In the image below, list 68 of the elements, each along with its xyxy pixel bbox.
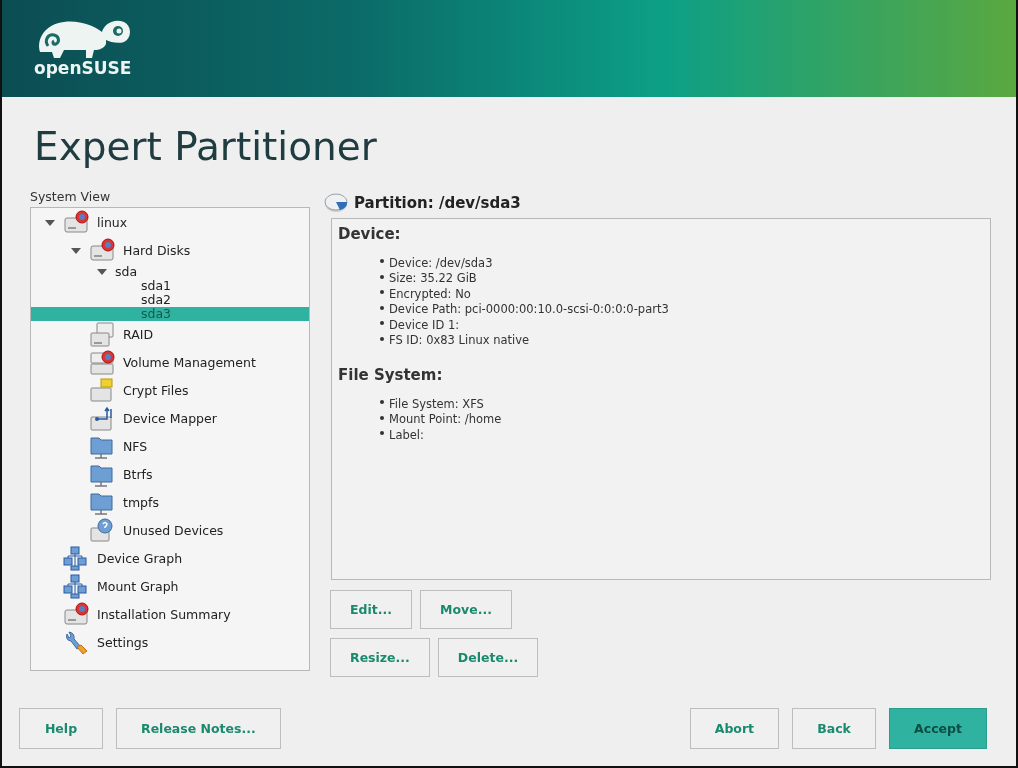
expander-icon[interactable] bbox=[97, 269, 107, 275]
footer-button[interactable]: Back bbox=[792, 708, 877, 749]
page-title: Expert Partitioner bbox=[34, 123, 378, 171]
details-heading: Partition: /dev/sda3 bbox=[354, 194, 521, 212]
footer-button[interactable]: Abort bbox=[689, 708, 780, 749]
footer-button[interactable]: Help bbox=[19, 708, 103, 749]
bullet-icon bbox=[380, 400, 384, 405]
tree-row: Device Graph bbox=[31, 545, 309, 573]
expander-icon[interactable] bbox=[71, 248, 81, 254]
property-text: Mount Point: /home bbox=[389, 412, 502, 427]
graph-icon bbox=[63, 546, 89, 572]
property-text: Device ID 1: bbox=[389, 317, 460, 332]
property-text: Encrypted: No bbox=[389, 286, 471, 301]
action-button[interactable]: Delete... bbox=[437, 638, 539, 677]
tree-row-text: sda2 bbox=[140, 293, 173, 307]
tree-row: Btrfs bbox=[31, 461, 309, 489]
section-heading: Device: bbox=[338, 225, 402, 243]
tree-row-text: sda1 bbox=[140, 279, 173, 293]
action-button[interactable]: Resize... bbox=[330, 638, 430, 677]
tree-row: NFS bbox=[31, 433, 309, 461]
bullet-icon bbox=[380, 336, 384, 341]
bullet-icon bbox=[380, 321, 384, 326]
property-text: File System: XFS bbox=[389, 396, 484, 411]
hard-disk-icon bbox=[63, 602, 89, 628]
tree-row: linux bbox=[31, 209, 309, 237]
tree-row: Unused Devices bbox=[31, 517, 309, 545]
stacked-disks-icon bbox=[89, 322, 115, 348]
bullet-icon bbox=[380, 305, 384, 310]
tree-row: Mount Graph bbox=[31, 573, 309, 601]
footer-button[interactable]: Accept bbox=[889, 708, 987, 749]
tree-row: Crypt Files bbox=[31, 377, 309, 405]
property-text: Device Path: pci-0000:00:10.0-scsi-0:0:0:0-part3 bbox=[389, 302, 669, 317]
tree-row: sda bbox=[31, 265, 309, 279]
section-heading: File System: bbox=[338, 366, 444, 384]
property-text: Label: bbox=[389, 427, 424, 442]
graph-icon bbox=[63, 574, 89, 600]
tree-row: Device Mapper bbox=[31, 405, 309, 433]
action-button[interactable]: Move... bbox=[420, 590, 512, 629]
tree-label: System View bbox=[30, 188, 112, 206]
logo-text: openSUSE bbox=[34, 58, 132, 78]
bullet-icon bbox=[380, 259, 384, 264]
bullet-icon bbox=[380, 431, 384, 436]
tree-row: Hard Disks bbox=[31, 237, 309, 265]
tree-row: tmpfs bbox=[31, 489, 309, 517]
hard-disk-icon bbox=[89, 238, 115, 264]
action-button[interactable]: Edit... bbox=[330, 590, 412, 629]
expander-icon[interactable] bbox=[45, 220, 55, 226]
wrench-icon bbox=[63, 630, 89, 656]
tree-row: Settings bbox=[31, 629, 309, 657]
tree-row: Volume Management bbox=[31, 349, 309, 377]
hard-disk-icon bbox=[63, 210, 89, 236]
tree-row: Installation Summary bbox=[31, 601, 309, 629]
bullet-icon bbox=[380, 274, 384, 279]
tree-row: RAID bbox=[31, 321, 309, 349]
stacked-disks-icon bbox=[89, 350, 115, 376]
selected-tree-row[interactable]: sda3 bbox=[31, 307, 309, 321]
partition-icon bbox=[324, 193, 348, 213]
folder-icon bbox=[89, 462, 115, 488]
property-text: Size: 35.22 GiB bbox=[389, 271, 477, 286]
property-text: Device: /dev/sda3 bbox=[389, 255, 493, 270]
disk-with-arrows-icon bbox=[89, 406, 115, 432]
bullet-icon bbox=[380, 290, 384, 295]
folder-icon bbox=[89, 434, 115, 460]
bullet-icon bbox=[380, 415, 384, 420]
folder-icon bbox=[89, 490, 115, 516]
disk-with-question-icon bbox=[89, 518, 115, 544]
footer-button[interactable]: Release Notes... bbox=[116, 708, 281, 749]
property-text: FS ID: 0x83 Linux native bbox=[389, 333, 530, 348]
